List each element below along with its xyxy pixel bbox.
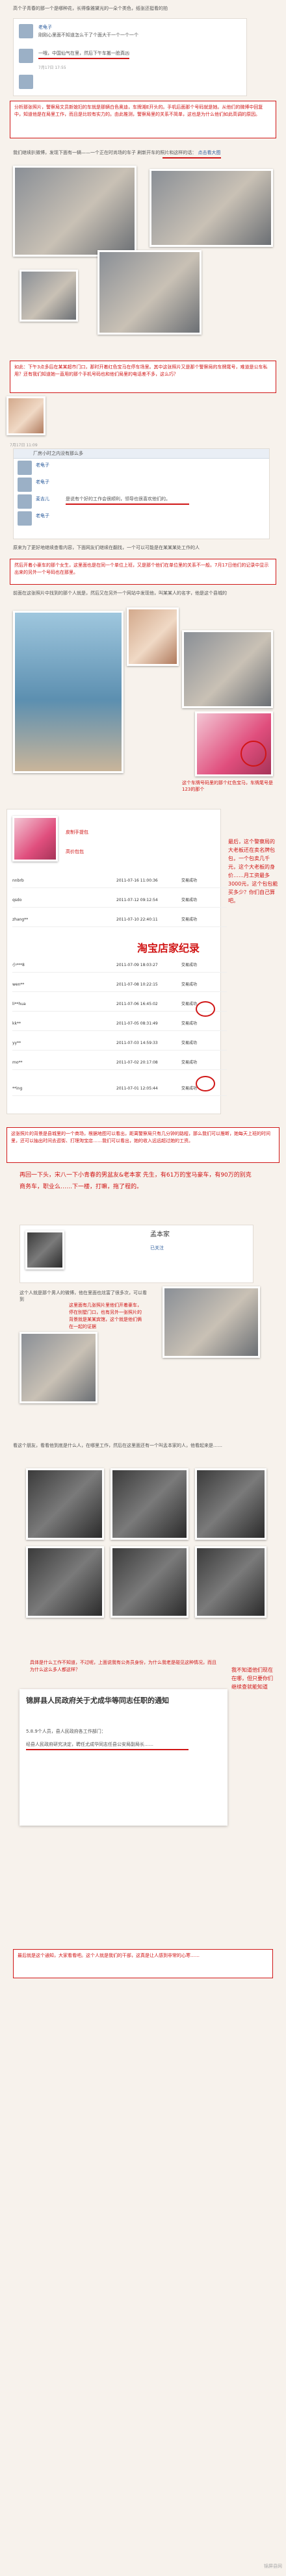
photo-small[interactable] (20, 270, 78, 322)
product-image[interactable] (12, 816, 58, 861)
photo-person[interactable] (6, 396, 46, 435)
analysis-note-1: 分析那张照片，警察局文员新媳妇的车就是那辆白色奥迪，车牌湘E开头的。手机后面那个… (10, 101, 276, 138)
watermark: 锦屏县网 (264, 2564, 282, 2569)
underline (162, 157, 221, 159)
post-text: 刚刚心里面不知道怎么干了个面大干一个一个一个 (38, 32, 138, 38)
table-row[interactable]: nnbrb 2011-07-16 11:00:36 交易成功 (12, 874, 227, 888)
analysis-note-4: 这张照片的背景是县城里的一个商场，根据地图可以看出，距离警察局只有几分钟的路程，… (6, 1127, 280, 1163)
comment-user[interactable]: 老龟子 (36, 479, 49, 485)
underline (38, 58, 129, 59)
post-text: 一哦，中国仙气在里，然后下午车搬一脸真凶 (38, 51, 129, 56)
profile-name: 孟本家 (150, 1231, 170, 1238)
avatar[interactable] (18, 478, 32, 492)
side-note: 我不知道他们现在在哪，但只要你们继续查就能知道 (231, 1667, 273, 1690)
post-section-3: 7月17日 11:09 厂房小时之内没有那么多 老龟子 老龟子 麦吉儿 是说有个… (0, 396, 286, 550)
table-row[interactable]: li**hua 2011-07-06 16:45:02 交易成功 (12, 998, 227, 1012)
avatar[interactable] (18, 511, 32, 526)
post-time: 7月17日 11:09 (10, 443, 38, 448)
shop-section: 皮制手提包 高价包包 淘宝店家纪录 nnbrb 2011-07-16 11:00:… (0, 809, 286, 1121)
table-row[interactable]: qsdo 2011-07-12 09:12:54 交易成功 (12, 894, 227, 908)
photo-car-parking[interactable] (98, 250, 202, 335)
photo-grid (0, 1462, 286, 1650)
table-row[interactable]: zhang** 2011-07-10 22:40:11 交易成功 (12, 913, 227, 927)
photo-street[interactable] (150, 169, 273, 247)
analysis-note-3: 然后开着小豪车的那个女生，这里面也是在同一个单位上班，又是那个他们在单位里的关系… (10, 559, 276, 585)
post-header-text: 厂房小时之内没有那么多 (33, 451, 83, 456)
post-section-2: 我们继续扒微博，发现下面有一辆——一个正在时尚场的车子 刷新开车的照片和这样的话… (0, 143, 286, 357)
photo-grid-item[interactable] (26, 1546, 104, 1618)
table-row[interactable]: mo** 2011-07-02 20:17:08 交易成功 (12, 1056, 227, 1070)
profile-avatar[interactable] (25, 1231, 64, 1269)
avatar[interactable] (18, 461, 32, 475)
document: 锦屏县人民政府关于尤成华等同志任职的通知 5.8.9个人员，县人民政府各工作部门… (20, 1689, 228, 1826)
product-label: 高价包包 (66, 849, 84, 854)
post-card-3: 厂房小时之内没有那么多 老龟子 老龟子 麦吉儿 是说有个好的工作会很顺利，领导也… (13, 448, 270, 539)
closing-note: 最后就是这个通知，大家看看吧。这个人就是我们的干部，这真是让人感到非常的心寒…… (13, 1949, 273, 1978)
post-footer: 原来为了更好地继续查看内容，下面网友们继续在翻找，一个可以可能是在某某某处工作的… (13, 545, 200, 550)
table-row[interactable]: wen** 2011-07-08 10:22:15 交易成功 (12, 978, 227, 992)
post-time: 7月17日 17:55 (38, 66, 66, 70)
post-intro: 我们继续扒微博，发现下面有一辆——一个正在时尚场的车子 刷新开车的照片和这样的话… (13, 150, 221, 155)
table-row[interactable]: 小***8 2011-07-09 18:03:27 交易成功 (12, 959, 227, 973)
intro-section: 高个子青春的那一个是哪种花，长得像雅黛光的一朵个类色，纸张还挺看的拍 老龟子 刚… (0, 0, 286, 97)
highlight-circle (196, 1076, 215, 1091)
table-row[interactable]: kk** 2011-07-05 08:31:49 交易成功 (12, 1017, 227, 1031)
document-subtitle: 5.8.9个人员，县人民政府各工作部门： (26, 1729, 106, 1734)
analysis-note-2: 如此：下午3点多后在某某超市门口，那时开着红色宝马在停车场里。其中这张照片又是那… (10, 361, 276, 393)
handwritten-note: 再回一下头，宋八一下小青春的男盆友&老本家 先生，有61万的宝马豪车，有90万的… (20, 1172, 252, 1190)
post-card-1: 老龟子 刚刚心里面不知道怎么干了个面大干一个一个一个 一哦，中国仙气在里，然后下… (13, 18, 247, 96)
comment-user[interactable]: 老龟子 (36, 462, 49, 468)
post-user[interactable]: 老龟子 (38, 24, 52, 31)
photo-woman[interactable] (127, 607, 179, 666)
profile-card: 孟本家 已关注 (20, 1225, 254, 1283)
shop-note: 最后，这个警察局的大老板还在卖名牌包包，一个包卖几千元，这个大老板的身价……月工… (228, 839, 278, 904)
avatar[interactable] (19, 24, 33, 38)
photo-boat[interactable] (13, 611, 124, 773)
photo-grid-item[interactable] (195, 1468, 266, 1540)
avatar[interactable] (18, 494, 32, 509)
post-text-5: 看这个朋友，看看他到底是什么人，在哪里工作，然后在这里面还有一个叫孟本家的人，他… (13, 1443, 222, 1448)
intro-text: 高个子青春的那一个是哪种花，长得像雅黛光的一朵个类色，纸张还挺看的拍 (13, 6, 168, 11)
photo-car-woman[interactable] (182, 630, 273, 708)
document-para: 经县人民政府研究决定，聘任尤成华同志任县公安局副局长…… (26, 1742, 153, 1747)
photo-grid-item[interactable] (195, 1546, 266, 1618)
product-label: 皮制手提包 (66, 830, 88, 835)
photo-grid-item[interactable] (110, 1468, 188, 1540)
photo-grid-item[interactable] (110, 1546, 188, 1618)
post-text-4: 前面在这张照片中找到的那个人就是，然后又在另外一个网站中发现他，叫某某人的名字，… (13, 591, 227, 596)
photo-car-bw[interactable] (162, 1286, 260, 1358)
post-header: 厂房小时之内没有那么多 (14, 449, 269, 459)
shop-title: 淘宝店家纪录 (137, 942, 200, 954)
table-row[interactable]: **ing 2011-07-01 12:05:44 交易成功 (12, 1082, 227, 1096)
shop-card: 皮制手提包 高价包包 淘宝店家纪录 nnbrb 2011-07-16 11:00:… (6, 809, 227, 1114)
analysis-note-6: 具体是什么工作不知道，不过呢，上面说我有公务员身份，为什么我老是碰见这种情况，而… (30, 1660, 216, 1672)
photo-car[interactable] (13, 166, 136, 257)
photo-grid-item[interactable] (26, 1468, 104, 1540)
comment-user[interactable]: 麦吉儿 (36, 496, 49, 502)
document-title: 锦屏县人民政府关于尤成华等同志任职的通知 (26, 1696, 169, 1705)
view-photo-link[interactable]: 点击看大图 (198, 150, 220, 155)
comment-highlight: 是说有个好的工作会很顺利，领导也很喜欢他们的。 (66, 496, 170, 502)
avatar[interactable] (19, 49, 33, 63)
highlight-circle (196, 1001, 215, 1017)
photo-selfie-car[interactable] (20, 1332, 98, 1403)
comment-user[interactable]: 老龟子 (36, 513, 49, 519)
underline (66, 504, 189, 505)
avatar[interactable] (19, 75, 33, 89)
follow-status[interactable]: 已关注 (150, 1245, 164, 1251)
table-row[interactable]: yy** 2011-07-03 14:59:33 交易成功 (12, 1037, 227, 1051)
highlight-circle (240, 741, 266, 767)
photo-collage: 这个车牌号码里的那个红色宝马，车牌尾号是123的那个 (0, 604, 286, 806)
photo-caption: 这个车牌号码里的那个红色宝马，车牌尾号是123的那个 (182, 780, 273, 792)
underline (26, 1749, 188, 1750)
